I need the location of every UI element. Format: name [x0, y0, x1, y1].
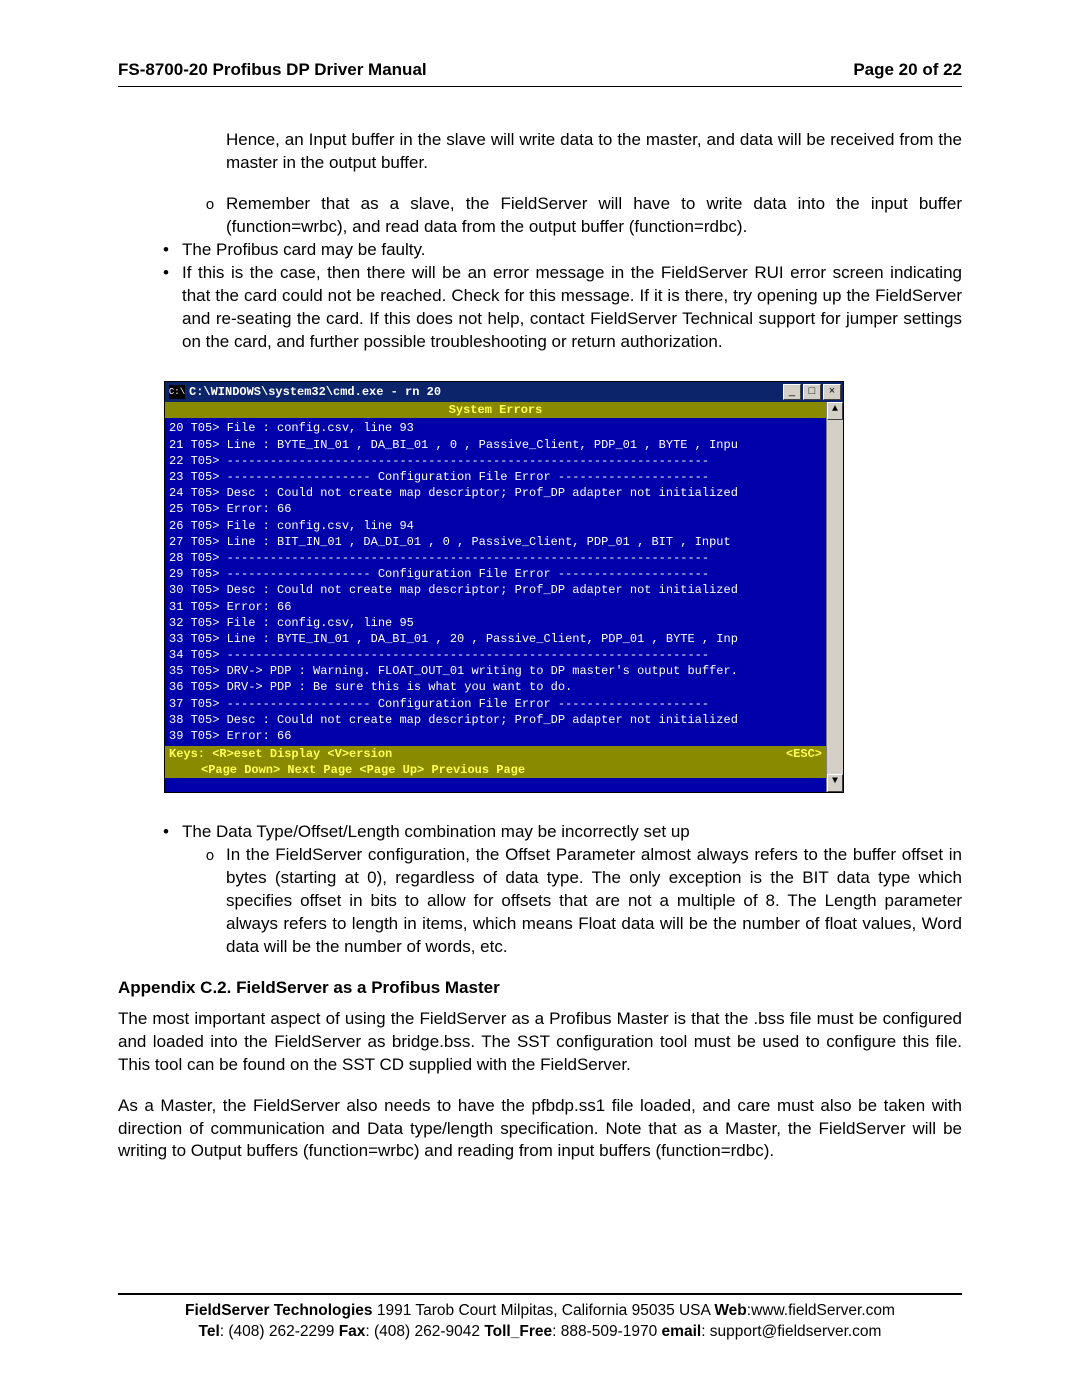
sub-bullet-offset: In the FieldServer configuration, the Of… [118, 844, 962, 959]
page-number: Page 20 of 22 [853, 60, 962, 80]
bullet-card-faulty: The Profibus card may be faulty. [118, 239, 962, 262]
dot-bullet-icon [150, 262, 182, 354]
scrollbar[interactable]: ▲ ▼ [826, 402, 843, 792]
cmd-title-text: C:\WINDOWS\system32\cmd.exe - rn 20 [189, 384, 441, 400]
footer-keys-esc: <ESC> [786, 746, 822, 762]
footer-address: 1991 Tarob Court Milpitas, California 95… [373, 1302, 715, 1319]
cmd-footer-paging: <Page Down> Next Page <Page Up> Previous… [165, 762, 826, 778]
circle-bullet-icon [194, 193, 226, 239]
cmd-window: C:\ C:\WINDOWS\system32\cmd.exe - rn 20 … [164, 381, 844, 793]
footer-line-1: FieldServer Technologies 1991 Tarob Cour… [118, 1301, 962, 1322]
intro-para: Hence, an Input buffer in the slave will… [118, 129, 962, 175]
appendix-para-2: As a Master, the FieldServer also needs … [118, 1095, 962, 1164]
circle-bullet-icon [194, 844, 226, 959]
bullet-datatype: The Data Type/Offset/Length combination … [118, 821, 962, 844]
cmd-icon: C:\ [169, 385, 185, 399]
page-footer: FieldServer Technologies 1991 Tarob Cour… [118, 1293, 962, 1343]
sub-bullet-remember: Remember that as a slave, the FieldServe… [118, 193, 962, 239]
footer-company: FieldServer Technologies [185, 1302, 373, 1319]
page: FS-8700-20 Profibus DP Driver Manual Pag… [0, 0, 1080, 1397]
minimize-button[interactable]: _ [783, 384, 801, 400]
bullet-text: The Data Type/Offset/Length combination … [182, 821, 962, 844]
sub-bullet-text: In the FieldServer configuration, the Of… [226, 844, 962, 959]
footer-email-value: : support@fieldserver.com [701, 1323, 881, 1340]
dot-bullet-icon [150, 239, 182, 262]
body: Hence, an Input buffer in the slave will… [118, 129, 962, 1163]
footer-toll-value: : 888-509-1970 [552, 1323, 661, 1340]
appendix-heading: Appendix C.2. FieldServer as a Profibus … [118, 977, 962, 1000]
bullet-text: If this is the case, then there will be … [182, 262, 962, 354]
scroll-up-icon[interactable]: ▲ [827, 402, 843, 420]
footer-fax-label: Fax [339, 1323, 366, 1340]
close-button[interactable]: × [823, 384, 841, 400]
footer-web-label: Web [714, 1302, 746, 1319]
footer-tel-label: Tel [199, 1323, 220, 1340]
cmd-titlebar[interactable]: C:\ C:\WINDOWS\system32\cmd.exe - rn 20 … [165, 382, 843, 402]
manual-title: FS-8700-20 Profibus DP Driver Manual [118, 60, 427, 80]
footer-tel-value: : (408) 262-2299 [220, 1323, 339, 1340]
bullet-error-message: If this is the case, then there will be … [118, 262, 962, 354]
cmd-footer-keys: Keys: <R>eset Display <V>ersion <ESC> [165, 746, 826, 762]
footer-keys-left: Keys: <R>eset Display <V>ersion [169, 746, 392, 762]
terminal-output: 20 T05> File : config.csv, line 93 21 T0… [165, 418, 826, 746]
footer-email-label: email [662, 1323, 702, 1340]
footer-line-2: Tel: (408) 262-2299 Fax: (408) 262-9042 … [118, 1322, 962, 1343]
sub-bullet-text: Remember that as a slave, the FieldServe… [226, 193, 962, 239]
content-area: FS-8700-20 Profibus DP Driver Manual Pag… [118, 60, 962, 1181]
dot-bullet-icon [150, 821, 182, 844]
footer-toll-label: Toll_Free [484, 1323, 552, 1340]
footer-fax-value: : (408) 262-9042 [365, 1323, 484, 1340]
cmd-body: System Errors 20 T05> File : config.csv,… [165, 402, 826, 792]
system-errors-header: System Errors [165, 402, 826, 418]
page-header: FS-8700-20 Profibus DP Driver Manual Pag… [118, 60, 962, 87]
footer-web-value: :www.fieldServer.com [747, 1302, 895, 1319]
maximize-button[interactable]: □ [803, 384, 821, 400]
scroll-down-icon[interactable]: ▼ [827, 774, 843, 792]
cmd-bottom-gap [165, 778, 826, 792]
bullet-text: The Profibus card may be faulty. [182, 239, 962, 262]
appendix-para-1: The most important aspect of using the F… [118, 1008, 962, 1077]
